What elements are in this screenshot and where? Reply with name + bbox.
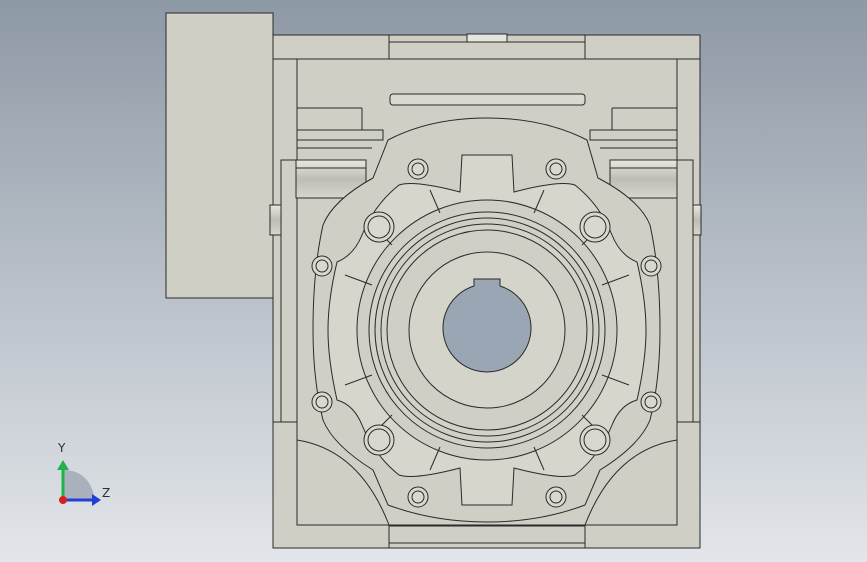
- bottom-strip: [388, 525, 586, 544]
- bracket-right: [589, 129, 678, 141]
- model-viewport[interactable]: [0, 0, 867, 562]
- triad-y-label: Y: [58, 441, 66, 455]
- bracket-left: [296, 129, 384, 141]
- top-strip: [388, 41, 586, 61]
- motor-flange-block: [165, 12, 274, 299]
- shaft-stub-left: [269, 204, 282, 236]
- top-slot: [389, 93, 586, 106]
- side-rail-left: [280, 159, 298, 423]
- triad-x-axis-dot: [59, 496, 67, 504]
- shaft-stub-right: [692, 204, 702, 236]
- corner-pad-top-right: [584, 34, 701, 60]
- side-rail-right: [676, 159, 694, 423]
- top-plug: [466, 33, 508, 43]
- corner-pad-top-left: [272, 34, 390, 60]
- triad-z-label: Z: [102, 486, 111, 500]
